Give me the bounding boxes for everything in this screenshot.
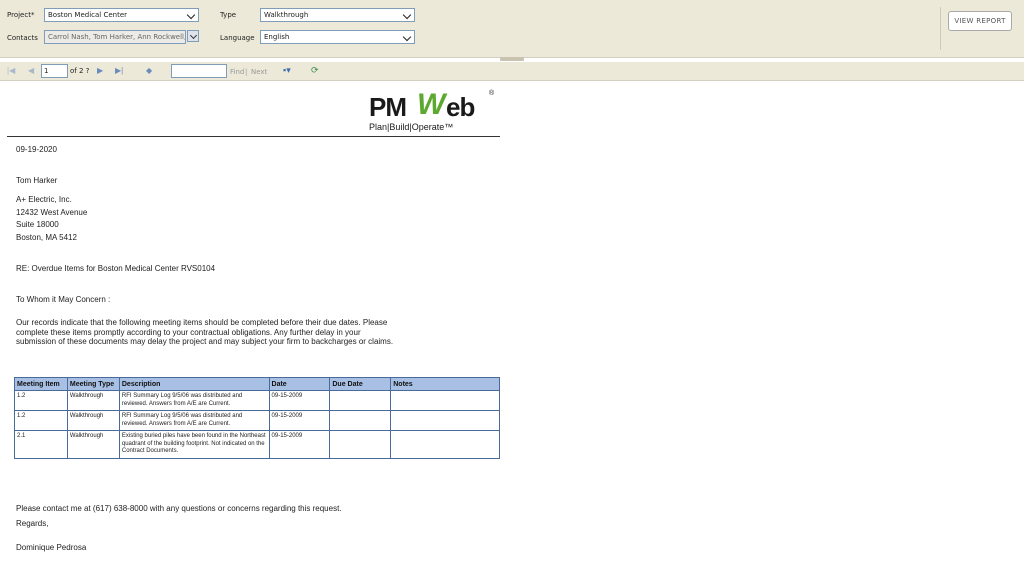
table-cell <box>329 390 392 411</box>
column-header: Notes <box>390 377 500 391</box>
letter-date: 09-19-2020 <box>16 145 57 154</box>
table-row: 1.2 Walkthrough RFI Summary Log 9/5/06 w… <box>14 410 500 431</box>
previous-page-icon[interactable]: ◀ <box>28 66 34 76</box>
table-row: 2.1 Walkthrough Existing buried piles ha… <box>14 430 500 459</box>
address-line: Boston, MA 5412 <box>16 232 77 242</box>
chevron-down-icon <box>402 10 412 20</box>
first-page-icon[interactable]: |◀ <box>7 66 15 76</box>
table-cell: 09-15-2009 <box>268 430 331 459</box>
next-page-icon[interactable]: ▶ <box>97 66 103 76</box>
chevron-down-icon <box>186 10 196 20</box>
table-header-row: Meeting Item Meeting Type Description Da… <box>14 377 500 391</box>
table-cell: 1.2 <box>14 410 68 431</box>
project-select[interactable]: Boston Medical Center <box>44 8 199 22</box>
contacts-field[interactable]: Carrol Nash, Tom Harker, Ann Rockwell, <box>44 30 186 44</box>
type-label: Type <box>220 11 237 19</box>
overdue-items-table: Meeting Item Meeting Type Description Da… <box>14 377 500 459</box>
language-select-value: English <box>264 33 290 41</box>
type-select-value: Walkthrough <box>264 11 309 19</box>
find-link[interactable]: Find <box>230 68 244 76</box>
find-next-link[interactable]: Next <box>251 68 267 76</box>
report-toolbar <box>0 62 1024 81</box>
table-cell: 09-15-2009 <box>268 390 331 411</box>
pmweb-logo: PM W eb ® Plan|Build|Operate™ <box>369 88 499 132</box>
table-cell: 2.1 <box>14 430 68 459</box>
logo-pm: PM <box>369 92 407 122</box>
column-header: Meeting Item <box>14 377 68 391</box>
refresh-icon[interactable]: ⟳ <box>311 65 319 75</box>
language-select[interactable]: English <box>260 30 415 44</box>
report-parameters-panel: Project* Boston Medical Center Type Walk… <box>0 0 1024 58</box>
recipient-name: Tom Harker <box>16 176 58 185</box>
page-count: of 2 ? <box>70 67 90 75</box>
table-cell <box>390 430 500 459</box>
table-cell: Walkthrough <box>66 430 120 459</box>
table-cell: Walkthrough <box>66 410 120 431</box>
table-cell: Existing buried piles have been found in… <box>118 430 270 459</box>
table-row: 1.2 Walkthrough RFI Summary Log 9/5/06 w… <box>14 390 500 411</box>
salutation: To Whom it May Concern : <box>16 295 111 304</box>
last-page-icon[interactable]: ▶| <box>115 66 123 76</box>
subject-line: RE: Overdue Items for Boston Medical Cen… <box>16 264 216 273</box>
address-line: A+ Electric, Inc. <box>16 195 72 204</box>
table-cell: 09-15-2009 <box>268 410 331 431</box>
signature-name: Dominique Pedrosa <box>16 543 87 552</box>
report-viewer: PM W eb ® Plan|Build|Operate™ 09-19-2020… <box>0 81 1024 576</box>
logo-tagline: Plan|Build|Operate™ <box>369 122 454 132</box>
table-cell <box>390 410 500 431</box>
logo-registered: ® <box>489 90 495 97</box>
contacts-label: Contacts <box>7 34 38 42</box>
letter-body: Our records indicate that the following … <box>16 318 394 346</box>
panel-splitter-handle[interactable] <box>500 57 524 61</box>
table-cell: 1.2 <box>14 390 68 411</box>
header-rule <box>7 136 500 137</box>
find-input[interactable] <box>171 64 227 78</box>
logo-eb: eb <box>446 92 475 122</box>
project-select-value: Boston Medical Center <box>48 11 128 19</box>
closing: Regards, <box>16 519 49 528</box>
address-line: 12432 West Avenue <box>16 207 88 217</box>
table-cell: Walkthrough <box>66 390 120 411</box>
chevron-down-icon <box>189 31 198 40</box>
project-label: Project* <box>7 11 35 19</box>
export-icon[interactable]: ▪▾ <box>283 65 291 75</box>
chevron-down-icon <box>402 32 412 42</box>
contacts-dropdown-button[interactable] <box>187 30 199 42</box>
table-cell <box>329 430 392 459</box>
table-cell: RFI Summary Log 9/5/06 was distributed a… <box>118 410 270 431</box>
column-header: Due Date <box>329 377 392 391</box>
back-to-parent-icon[interactable]: ◆ <box>146 66 152 76</box>
language-label: Language <box>220 34 255 42</box>
table-cell <box>390 390 500 411</box>
page-number-input[interactable]: 1 <box>41 64 68 78</box>
type-select[interactable]: Walkthrough <box>260 8 415 22</box>
table-cell: RFI Summary Log 9/5/06 was distributed a… <box>118 390 270 411</box>
table-cell <box>329 410 392 431</box>
logo-w: W <box>417 88 446 121</box>
address-line: Suite 18000 <box>16 220 59 229</box>
column-header: Description <box>118 377 270 391</box>
column-header: Meeting Type <box>66 377 120 391</box>
find-separator: | <box>245 68 248 76</box>
contacts-field-value: Carrol Nash, Tom Harker, Ann Rockwell, <box>48 33 186 41</box>
column-header: Date <box>268 377 331 391</box>
divider <box>940 7 941 50</box>
view-report-button[interactable]: VIEW REPORT <box>948 11 1012 31</box>
contact-line: Please contact me at (617) 638-8000 with… <box>16 504 342 513</box>
